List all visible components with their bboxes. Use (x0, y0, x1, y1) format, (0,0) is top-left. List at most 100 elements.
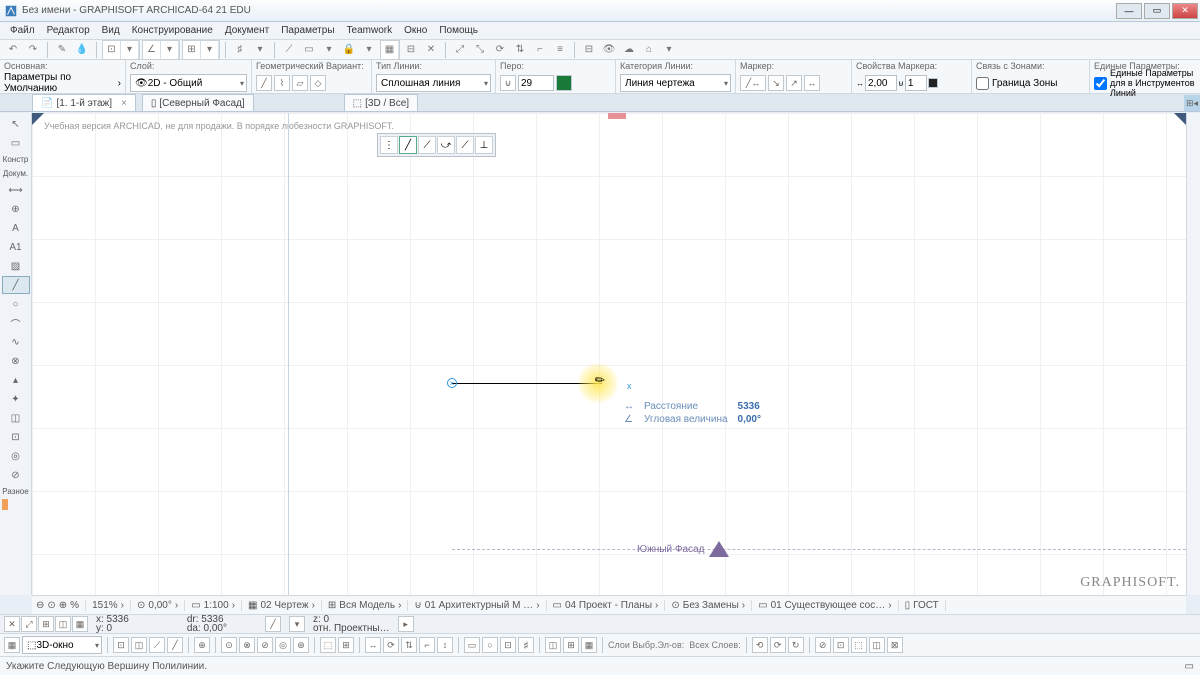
s2-value[interactable]: Вся Модель (339, 600, 395, 611)
bb10-icon[interactable]: ⊛ (293, 637, 309, 653)
bb21-icon[interactable]: ♯ (518, 637, 534, 653)
cloud-icon[interactable]: ☁ (620, 41, 638, 59)
marker-end-icon[interactable]: ↗ (786, 75, 802, 91)
bb32-icon[interactable]: ⊠ (887, 637, 903, 653)
marker-start-icon[interactable]: ↘ (768, 75, 784, 91)
marker-pen-input[interactable] (905, 75, 927, 91)
bb15-icon[interactable]: ⇅ (401, 637, 417, 653)
coord-b1-icon[interactable]: ✕ (4, 616, 20, 632)
pen-number-input[interactable] (518, 75, 554, 91)
dropper-icon[interactable]: 💧 (73, 41, 91, 59)
bb26-icon[interactable]: ⟳ (770, 637, 786, 653)
bot-nav-icon[interactable]: ▦ (4, 637, 20, 653)
menu-view[interactable]: Вид (96, 25, 126, 36)
dimension-tool-icon[interactable]: ⟷ (2, 181, 30, 199)
close-button[interactable]: ✕ (1172, 3, 1198, 19)
snap3-icon[interactable]: ∠ (143, 41, 161, 59)
tab-nav-icon[interactable]: ⊞◂ (1184, 95, 1200, 111)
x-icon[interactable]: ✕ (422, 41, 440, 59)
bb30-icon[interactable]: ⬚ (851, 637, 867, 653)
t5-icon[interactable]: ⌐ (531, 41, 549, 59)
figure-tool-icon[interactable]: ▴ (2, 371, 30, 389)
line-tool-icon[interactable]: ╱ (2, 276, 30, 294)
pick-icon[interactable]: ✎ (53, 41, 71, 59)
bb29-icon[interactable]: ⊡ (833, 637, 849, 653)
t6-icon[interactable]: ≡ (551, 41, 569, 59)
coord-line-icon[interactable]: ╱ (265, 616, 281, 632)
pen-icon[interactable]: ⊍ (500, 75, 516, 91)
bb3-icon[interactable]: ⟋ (149, 637, 165, 653)
bb27-icon[interactable]: ↻ (788, 637, 804, 653)
zoom-fit-icon[interactable]: ⊙ (47, 600, 55, 611)
info-main-value[interactable]: Параметры по Умолчанию (4, 72, 116, 94)
coord-play-icon[interactable]: ▸ (398, 616, 414, 632)
geom-rect-icon[interactable]: ▱ (292, 75, 308, 91)
circle-tool-icon[interactable]: ○ (2, 295, 30, 313)
s2-icon[interactable]: ⊞ (328, 600, 336, 611)
tab-elevation[interactable]: ▯[Северный Фасад] (142, 94, 254, 111)
split-icon[interactable]: ⊟ (580, 41, 598, 59)
page-icon[interactable]: ▭ (300, 41, 318, 59)
bb8-icon[interactable]: ⊘ (257, 637, 273, 653)
coord-b2-icon[interactable]: ⤢ (21, 616, 37, 632)
trace-icon[interactable]: ▦ (381, 41, 399, 59)
t1-icon[interactable]: ⤢ (451, 41, 469, 59)
bb16-icon[interactable]: ⌐ (419, 637, 435, 653)
s1-icon[interactable]: ▦ (248, 600, 257, 611)
worksheet-tool-icon[interactable]: ⊘ (2, 466, 30, 484)
tab-close-icon[interactable]: × (121, 98, 127, 109)
marker-w-input[interactable] (865, 75, 897, 91)
3d-window-dropdown[interactable]: ⬚ 3D-окно (22, 636, 102, 654)
drawing-tool-icon[interactable]: ✦ (2, 390, 30, 408)
bb25-icon[interactable]: ⟲ (752, 637, 768, 653)
s7-value[interactable]: ГОСТ (913, 600, 939, 611)
zoom-value[interactable]: 151% (92, 600, 118, 611)
s6-icon[interactable]: ▭ (758, 600, 767, 611)
angle-value[interactable]: 0,00° (148, 600, 171, 611)
minimize-button[interactable]: — (1116, 3, 1142, 19)
elev-tool-icon[interactable]: ⊡ (2, 428, 30, 446)
measure-icon[interactable]: ⊟ (402, 41, 420, 59)
geom-rot-icon[interactable]: ◇ (310, 75, 326, 91)
uniform-checkbox[interactable] (1094, 77, 1107, 90)
bb28-icon[interactable]: ⊘ (815, 637, 831, 653)
geom-line-icon[interactable]: ╱ (256, 75, 272, 91)
menu-teamwork[interactable]: Teamwork (341, 25, 399, 36)
linetype-dropdown[interactable]: Сплошная линия (376, 74, 491, 92)
pet-grip-icon[interactable]: ⋮ (380, 136, 398, 154)
tab-floorplan[interactable]: 📄[1. 1-й этаж]× (32, 94, 136, 111)
bb7-icon[interactable]: ⊗ (239, 637, 255, 653)
zoom-in-icon[interactable]: ⊕ (59, 600, 67, 611)
pet-curve-icon[interactable]: ⟋ (456, 136, 474, 154)
zoom-out-icon[interactable]: ⊖ (36, 600, 44, 611)
bb18-icon[interactable]: ▭ (464, 637, 480, 653)
bb9-icon[interactable]: ◎ (275, 637, 291, 653)
menu-help[interactable]: Помощь (433, 25, 484, 36)
show-icon[interactable]: 👁 (600, 41, 618, 59)
spline-tool-icon[interactable]: ∿ (2, 333, 30, 351)
bb12-icon[interactable]: ⊞ (338, 637, 354, 653)
bb11-icon[interactable]: ⬚ (320, 637, 336, 653)
snap6-icon[interactable]: ▾ (201, 41, 219, 59)
lock-icon[interactable]: 🔒 (340, 41, 358, 59)
snap2-icon[interactable]: ▾ (121, 41, 139, 59)
coord-b3-icon[interactable]: ⊞ (38, 616, 54, 632)
pet-arc-icon[interactable]: ⟋ (418, 136, 436, 154)
arc-tool-icon[interactable]: ⌒ (2, 314, 30, 332)
text-tool-icon[interactable]: A (2, 219, 30, 237)
menu-design[interactable]: Конструирование (126, 25, 219, 36)
zoom-pct-icon[interactable]: % (70, 600, 79, 611)
t3-icon[interactable]: ⟳ (491, 41, 509, 59)
scale-value[interactable]: 1:100 (204, 600, 229, 611)
redo-icon[interactable]: ↷ (24, 41, 42, 59)
snap5-icon[interactable]: ⊞ (183, 41, 201, 59)
dd-icon[interactable]: ▾ (320, 41, 338, 59)
orient-icon[interactable]: ⊙ (137, 600, 145, 611)
menu-file[interactable]: Файл (4, 25, 41, 36)
bb6-icon[interactable]: ⊙ (221, 637, 237, 653)
undo-icon[interactable]: ↶ (4, 41, 22, 59)
home-icon[interactable]: ⌂ (640, 41, 658, 59)
s7-icon[interactable]: ▯ (905, 600, 911, 611)
hotspot-tool-icon[interactable]: ⊗ (2, 352, 30, 370)
layer-dropdown[interactable]: 👁 2D - Общий (130, 74, 247, 92)
